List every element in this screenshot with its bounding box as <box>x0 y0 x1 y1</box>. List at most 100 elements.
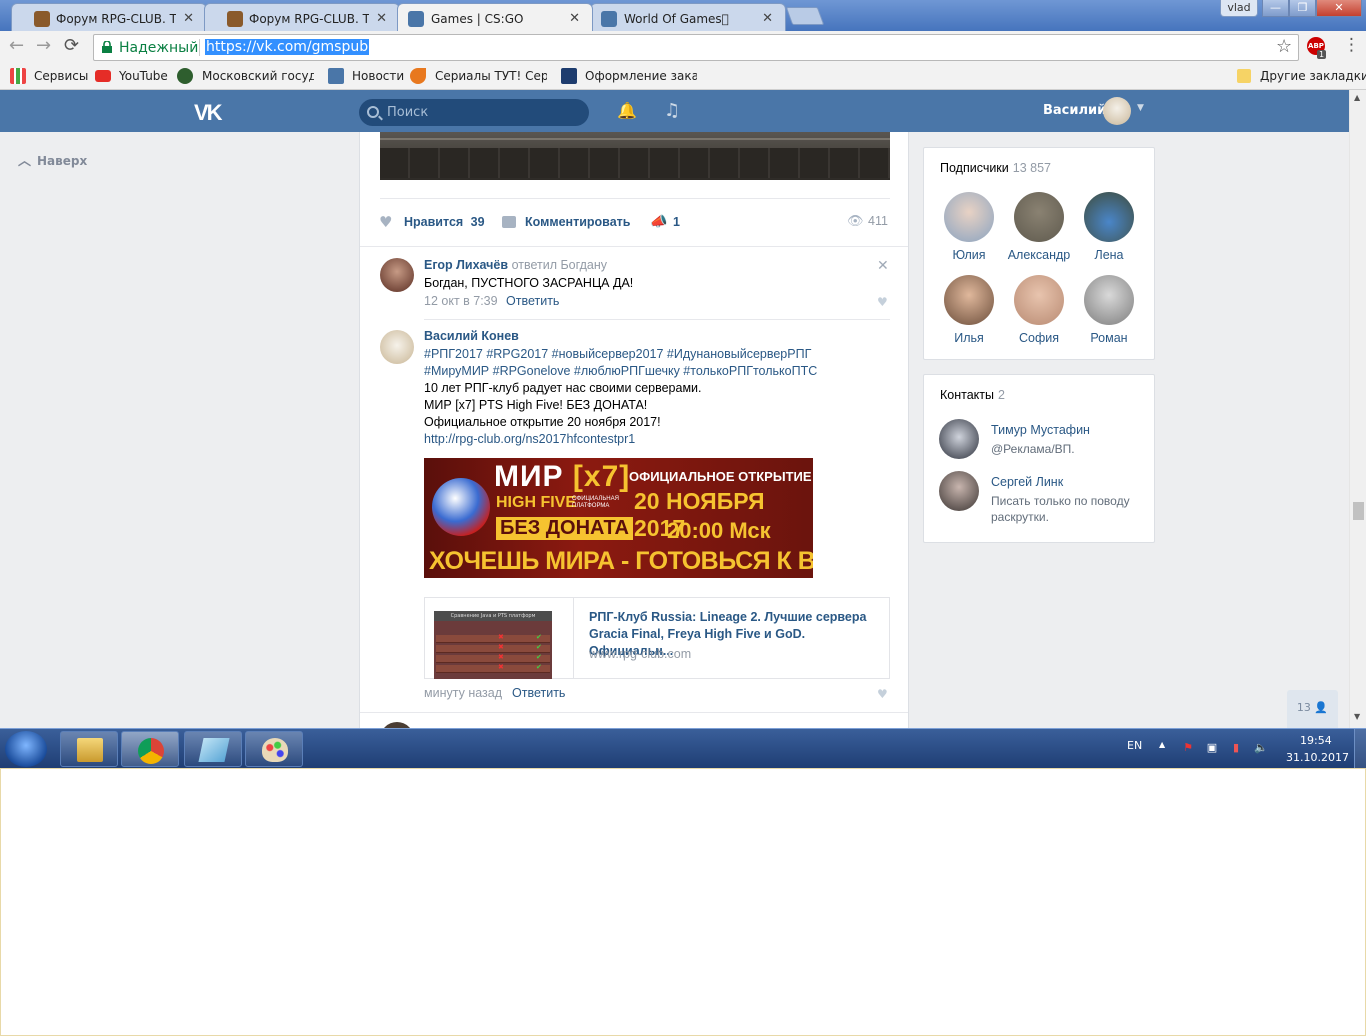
bookmark-youtube[interactable]: YouTube <box>119 69 168 83</box>
vk-favicon-icon <box>601 11 617 27</box>
comment-date[interactable]: минуту назад <box>424 686 502 700</box>
comment-icon[interactable] <box>502 216 516 228</box>
clock-date[interactable]: 31.10.2017 <box>1286 751 1349 764</box>
vk-logo[interactable]: VK <box>194 100 223 126</box>
subscriber-item[interactable]: Александр <box>1004 192 1074 262</box>
bookmark-serials[interactable]: Сериалы ТУТ! Сериа <box>435 69 547 83</box>
comment-button[interactable]: Комментировать <box>525 215 630 229</box>
megaphone-share-icon[interactable]: 📣 <box>650 214 667 230</box>
bookmark-star-icon[interactable]: ☆ <box>1276 36 1292 57</box>
close-icon[interactable]: ✕ <box>376 11 387 26</box>
promo-banner-image[interactable]: МИР [x7] HIGH FIVE ОФИЦИАЛЬНАЯ ПЛАТФОРМА… <box>424 458 813 578</box>
chevron-down-icon[interactable]: ▼ <box>1137 103 1144 113</box>
minimize-button[interactable]: — <box>1262 0 1289 17</box>
avatar[interactable] <box>380 330 414 364</box>
start-button[interactable] <box>5 731 47 767</box>
tab-games-csgo[interactable]: Games | CS:GO ✕ <box>397 3 593 31</box>
subscribers-header[interactable]: Подписчики 13 857 <box>940 161 1051 175</box>
external-link[interactable]: http://rpg-club.org/ns2017hfcontestpr1 <box>424 431 884 448</box>
notes-taskbar-button[interactable] <box>184 731 242 767</box>
avatar[interactable] <box>939 419 979 459</box>
tray-expand-icon[interactable]: ▲ <box>1159 740 1165 749</box>
search-placeholder: Поиск <box>387 105 429 120</box>
avatar[interactable] <box>1103 97 1131 125</box>
heart-icon[interactable]: ♥ <box>877 687 888 701</box>
tab-rpg-club-1[interactable]: Форум RPG-CLUB. Тема ✕ <box>11 3 207 31</box>
heart-icon[interactable]: ♥ <box>877 295 888 309</box>
avatar[interactable] <box>939 471 979 511</box>
contacts-count: 2 <box>998 388 1005 402</box>
new-tab-button[interactable] <box>785 7 825 25</box>
heart-icon[interactable]: ♥ <box>379 215 392 230</box>
author-name[interactable]: Егор Лихачёв <box>424 258 508 272</box>
bookmark-services[interactable]: Сервисы <box>34 69 88 83</box>
bookmark-order[interactable]: Оформление заказа <box>585 69 697 83</box>
replied-to[interactable]: ответил Богдану <box>512 258 607 272</box>
close-icon[interactable]: ✕ <box>762 11 773 26</box>
profile-badge[interactable]: vlad <box>1220 0 1258 17</box>
avatar <box>1014 275 1064 325</box>
page-scrollbar[interactable]: ▲ ▼ <box>1349 90 1366 728</box>
adblock-count-badge: 1 <box>1317 50 1327 59</box>
online-friends-button[interactable]: 13 👤 <box>1287 690 1338 728</box>
chrome-menu-icon[interactable]: ⋮ <box>1343 37 1360 54</box>
url-text[interactable]: https://vk.com/gmspub <box>205 39 370 55</box>
contact-name[interactable]: Тимур Мустафин <box>991 423 1090 437</box>
subscriber-item[interactable]: Юлия <box>934 192 1004 262</box>
clock-time[interactable]: 19:54 <box>1300 734 1332 747</box>
like-button[interactable]: Нравится 39 <box>404 215 485 229</box>
paint-taskbar-button[interactable] <box>245 731 303 767</box>
music-note-icon[interactable]: ♫ <box>664 100 680 121</box>
close-icon[interactable]: ✕ <box>877 258 889 274</box>
reload-button[interactable]: ⟳ <box>64 37 79 55</box>
volume-icon[interactable]: 🔈 <box>1254 741 1268 755</box>
network-signal-icon[interactable]: ▮ <box>1229 741 1243 755</box>
show-desktop-button[interactable] <box>1354 729 1366 768</box>
scroll-down-arrow-icon[interactable]: ▼ <box>1354 712 1360 721</box>
tab-world-of-games[interactable]: World Of Games  ✕ <box>590 3 786 31</box>
contact-name[interactable]: Сергей Линк <box>991 475 1063 489</box>
bookmark-news[interactable]: Новости <box>352 69 404 83</box>
post-image[interactable] <box>380 132 890 180</box>
address-bar[interactable]: Надежный https://vk.com/gmspub ☆ <box>93 34 1299 61</box>
comment-date[interactable]: 12 окт в 7:39 <box>424 294 498 308</box>
notifications-bell-icon[interactable]: 🔔 <box>617 101 637 120</box>
subscriber-item[interactable]: Роман <box>1074 275 1144 345</box>
avatar <box>1084 275 1134 325</box>
bookmark-moscow[interactable]: Московский государ <box>202 69 314 83</box>
online-count: 13 <box>1296 701 1311 714</box>
forward-button[interactable]: → <box>36 37 51 55</box>
subscriber-item[interactable]: Илья <box>934 275 1004 345</box>
go-top-link[interactable]: ︿ Наверх <box>18 150 87 169</box>
comment-author[interactable]: Василий Конев <box>424 329 519 343</box>
thumb-row <box>436 643 550 653</box>
share-count[interactable]: 1 <box>673 215 680 229</box>
subscriber-item[interactable]: София <box>1004 275 1074 345</box>
user-name[interactable]: Василий <box>1043 103 1106 118</box>
language-indicator[interactable]: EN <box>1127 739 1142 752</box>
scroll-up-arrow-icon[interactable]: ▲ <box>1354 93 1360 102</box>
avatar[interactable] <box>380 258 414 292</box>
search-input[interactable]: Поиск <box>359 99 589 126</box>
close-icon[interactable]: ✕ <box>183 11 194 26</box>
subscribers-title[interactable]: Подписчики <box>940 161 1009 175</box>
back-button[interactable]: ← <box>9 37 24 55</box>
link-preview-card[interactable]: Сравнение Java и PTS платформ РПГ-Клуб R… <box>424 597 890 679</box>
hashtags-line[interactable]: #РПГ2017 #RPG2017 #новыйсервер2017 #Идун… <box>424 346 884 363</box>
subscriber-item[interactable]: Лена <box>1074 192 1144 262</box>
window-close-button[interactable]: ✕ <box>1316 0 1362 17</box>
reply-link[interactable]: Ответить <box>506 294 559 308</box>
comment-author[interactable]: Егор Лихачёв ответил Богдану <box>424 258 607 272</box>
flag-warning-icon[interactable]: ⚑ <box>1181 741 1195 755</box>
tab-rpg-club-2[interactable]: Форум RPG-CLUB. Тема ✕ <box>204 3 400 31</box>
hashtags-line[interactable]: #МируМИР #RPGonelove #люблюРПГшечку #тол… <box>424 363 884 380</box>
device-icon[interactable]: ▣ <box>1205 741 1219 755</box>
scroll-thumb[interactable] <box>1353 502 1364 520</box>
contacts-block: Контакты 2 Тимур Мустафин @Реклама/ВП. Се… <box>923 374 1155 543</box>
explorer-taskbar-button[interactable] <box>60 731 118 767</box>
close-icon[interactable]: ✕ <box>569 11 580 26</box>
maximize-button[interactable]: ❐ <box>1289 0 1316 17</box>
chrome-taskbar-button[interactable] <box>121 731 179 767</box>
other-bookmarks[interactable]: Другие закладки <box>1260 69 1366 83</box>
reply-link[interactable]: Ответить <box>512 686 565 700</box>
